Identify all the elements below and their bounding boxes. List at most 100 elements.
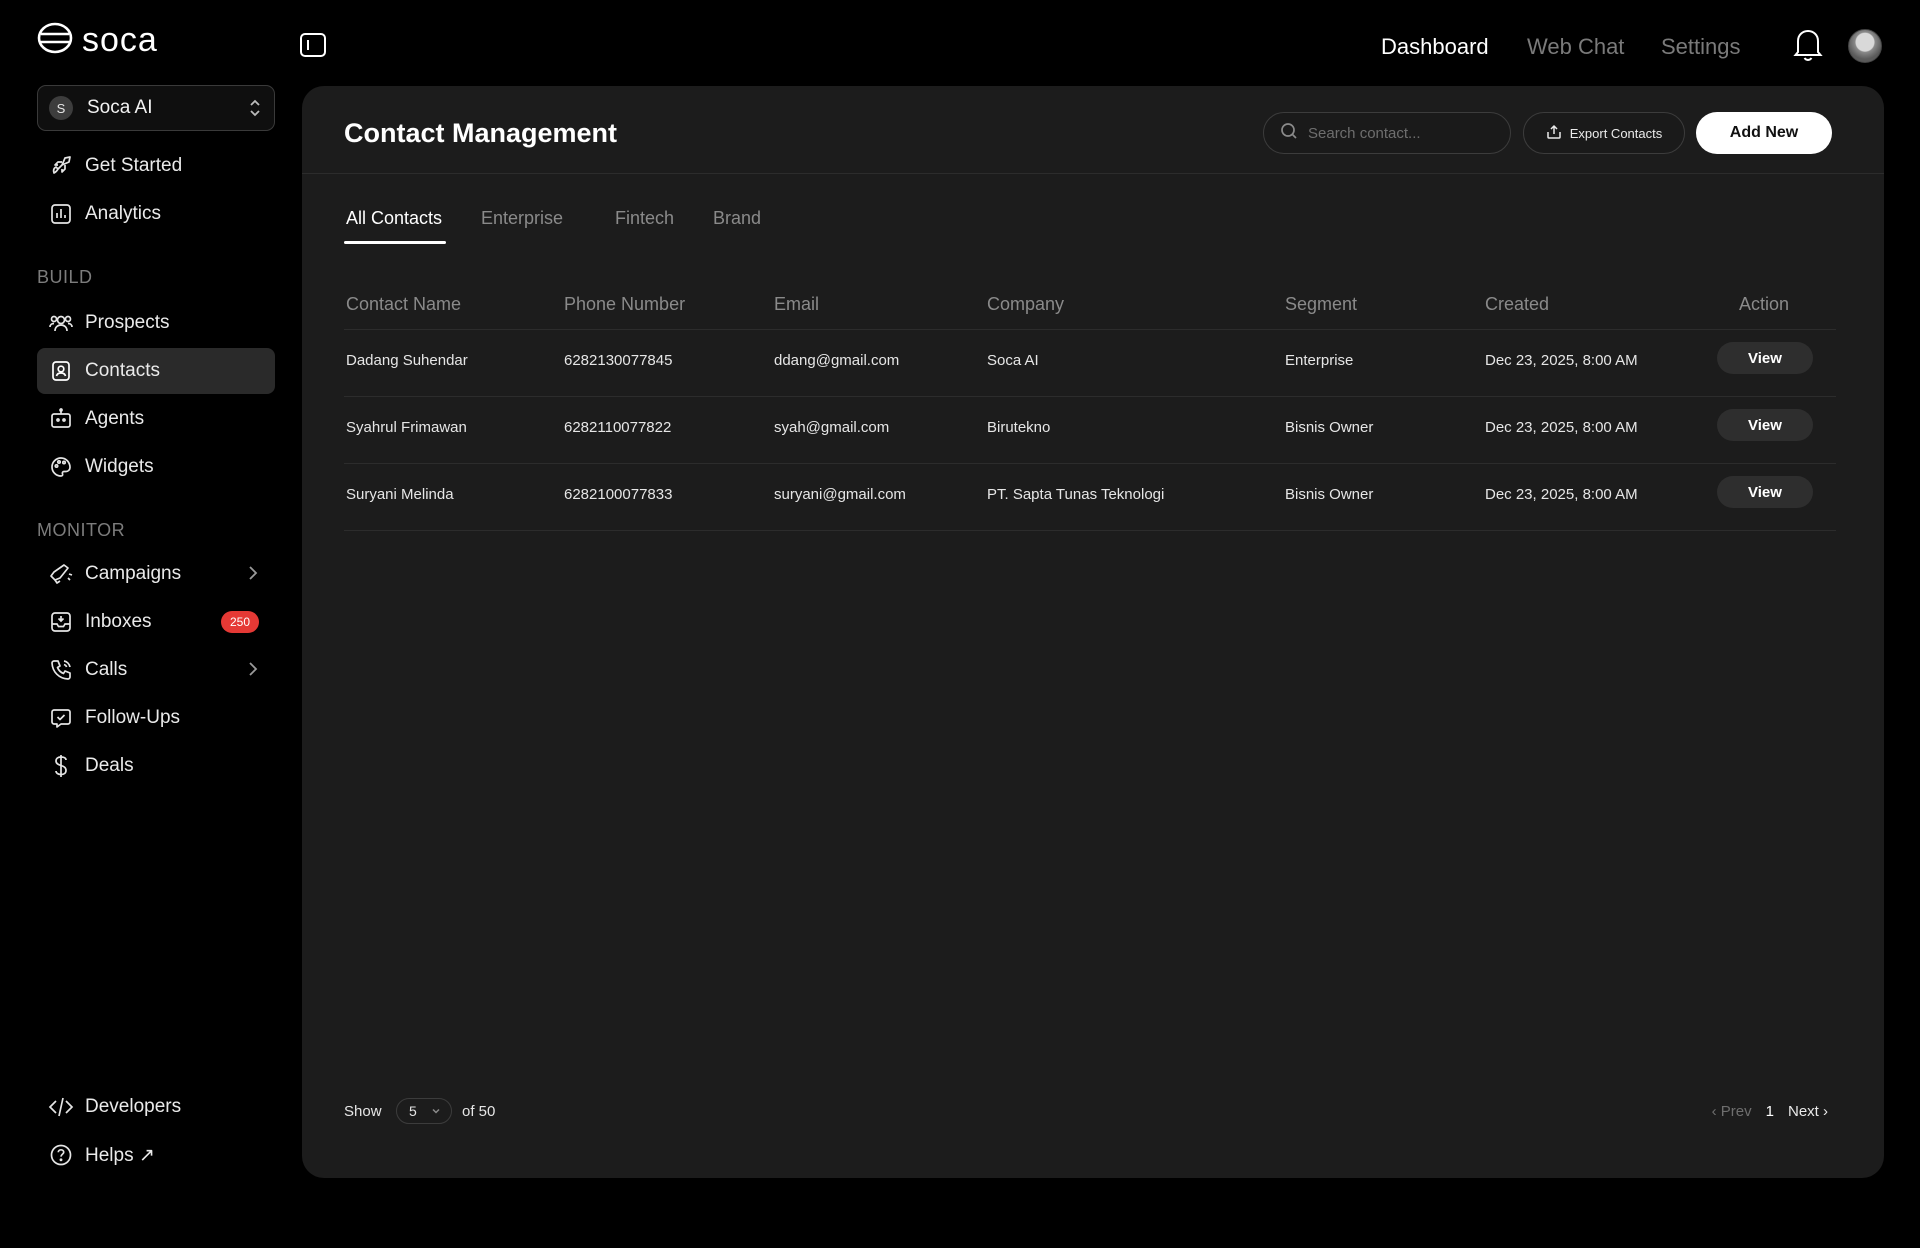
rocket-icon bbox=[47, 152, 75, 180]
sidebar-item-label: Helps ↗ bbox=[85, 1144, 155, 1166]
cell-contact-name: Syahrul Frimawan bbox=[346, 419, 467, 436]
cell-segment: Bisnis Owner bbox=[1285, 419, 1374, 436]
topnav-dashboard[interactable]: Dashboard bbox=[1381, 30, 1489, 64]
cell-contact-name: Suryani Melinda bbox=[346, 486, 454, 503]
phone-icon bbox=[47, 656, 75, 684]
sidebar-item-label: Contacts bbox=[85, 360, 160, 381]
view-button[interactable]: View bbox=[1717, 476, 1813, 508]
current-page[interactable]: 1 bbox=[1766, 1103, 1774, 1120]
bell-icon bbox=[1792, 26, 1824, 67]
sidebar-item-deals[interactable]: Deals bbox=[37, 743, 275, 789]
sidebar-item-analytics[interactable]: Analytics bbox=[37, 191, 275, 237]
notification-button[interactable] bbox=[1790, 27, 1826, 65]
show-label: Show bbox=[344, 1103, 382, 1120]
cell-segment: Bisnis Owner bbox=[1285, 486, 1374, 503]
cell-email: ddang@gmail.com bbox=[774, 352, 900, 369]
column-header[interactable]: Company bbox=[987, 294, 1064, 315]
logo[interactable]: soca bbox=[36, 20, 158, 60]
tab-all-contacts[interactable]: All Contacts bbox=[346, 208, 442, 229]
sidebar-toggle-icon bbox=[299, 32, 327, 63]
table-header: Contact Name Phone Number Email Company … bbox=[344, 276, 1836, 330]
column-header[interactable]: Contact Name bbox=[346, 294, 461, 315]
prev-page-button[interactable]: ‹ Prev bbox=[1712, 1103, 1752, 1120]
section-label-monitor: MONITOR bbox=[37, 520, 126, 540]
inbox-icon bbox=[47, 608, 75, 636]
main-panel: Contact Management Export Contacts Add N… bbox=[302, 86, 1884, 1178]
column-header: Action bbox=[1739, 294, 1790, 314]
workspace-avatar: S bbox=[49, 96, 73, 120]
user-avatar[interactable] bbox=[1848, 29, 1882, 63]
sidebar-item-follow-ups[interactable]: Follow-Ups bbox=[37, 695, 275, 741]
sidebar-item-label: Get Started bbox=[85, 155, 183, 176]
topnav-web-chat[interactable]: Web Chat bbox=[1527, 30, 1624, 64]
sidebar-item-get-started[interactable]: Get Started bbox=[37, 143, 275, 189]
table-row[interactable]: Dadang Suhendar 6282130077845 ddang@gmai… bbox=[344, 330, 1836, 397]
sidebar-item-contacts[interactable]: Contacts bbox=[37, 348, 275, 394]
search-box[interactable] bbox=[1263, 112, 1511, 154]
megaphone-icon bbox=[47, 560, 75, 588]
pagination: ‹ Prev 1 Next › bbox=[1712, 1103, 1828, 1120]
logo-text: soca bbox=[82, 20, 158, 59]
search-input[interactable] bbox=[1308, 124, 1498, 142]
check-message-icon bbox=[47, 704, 75, 732]
sidebar-item-label: Developers bbox=[85, 1096, 182, 1117]
view-button[interactable]: View bbox=[1717, 409, 1813, 441]
page-size-value: 5 bbox=[409, 1103, 417, 1119]
cell-contact-name: Dadang Suhendar bbox=[346, 352, 468, 369]
cell-created: Dec 23, 2025, 8:00 AM bbox=[1485, 419, 1638, 436]
column-header[interactable]: Phone Number bbox=[564, 294, 685, 315]
sidebar-item-helps[interactable]: Helps ↗ bbox=[37, 1132, 275, 1178]
cell-phone: 6282110077822 bbox=[564, 419, 672, 436]
section-label-build: BUILD bbox=[37, 267, 93, 287]
chevron-right-icon bbox=[247, 563, 259, 583]
total-count-label: of 50 bbox=[462, 1103, 496, 1120]
users-icon bbox=[47, 309, 75, 337]
topnav-settings[interactable]: Settings bbox=[1661, 30, 1741, 64]
export-contacts-label: Export Contacts bbox=[1569, 125, 1663, 141]
sidebar-item-label: Follow-Ups bbox=[85, 707, 181, 728]
cell-phone: 6282130077845 bbox=[564, 352, 673, 369]
column-header[interactable]: Segment bbox=[1285, 294, 1357, 315]
chevron-updown-icon bbox=[248, 98, 262, 118]
sidebar-item-inboxes[interactable]: Inboxes 250 bbox=[37, 599, 275, 645]
chevron-left-icon: ‹ bbox=[1711, 1103, 1717, 1120]
sidebar-item-agents[interactable]: Agents bbox=[37, 396, 275, 442]
sidebar-item-developers[interactable]: Developers bbox=[37, 1084, 275, 1130]
cell-created: Dec 23, 2025, 8:00 AM bbox=[1485, 352, 1638, 369]
tab-brand[interactable]: Brand bbox=[713, 208, 761, 229]
add-new-button[interactable]: Add New bbox=[1696, 112, 1832, 154]
inbox-count-badge: 250 bbox=[221, 611, 259, 633]
column-header[interactable]: Created bbox=[1485, 294, 1549, 315]
sidebar-item-label: Analytics bbox=[85, 203, 162, 224]
next-page-button[interactable]: Next › bbox=[1788, 1103, 1828, 1120]
tab-enterprise[interactable]: Enterprise bbox=[481, 208, 563, 229]
panel-header: Contact Management Export Contacts Add N… bbox=[302, 86, 1884, 174]
sidebar-item-campaigns[interactable]: Campaigns bbox=[37, 551, 275, 597]
sidebar-item-label: Prospects bbox=[85, 312, 170, 333]
prev-label: Prev bbox=[1720, 1103, 1752, 1120]
cell-company: Birutekno bbox=[987, 419, 1051, 436]
contacts-icon bbox=[47, 357, 75, 385]
sidebar-item-label: Deals bbox=[85, 755, 134, 776]
table-row[interactable]: Syahrul Frimawan 6282110077822 syah@gmai… bbox=[344, 397, 1836, 464]
chart-icon bbox=[47, 200, 75, 228]
workspace-switcher[interactable]: S Soca AI bbox=[37, 85, 275, 131]
sidebar-item-widgets[interactable]: Widgets bbox=[37, 444, 275, 490]
cell-email: suryani@gmail.com bbox=[774, 486, 906, 503]
export-contacts-button[interactable]: Export Contacts bbox=[1523, 112, 1685, 154]
chevron-right-icon: › bbox=[1823, 1103, 1828, 1120]
sidebar-item-calls[interactable]: Calls bbox=[37, 647, 275, 693]
workspace-name: Soca AI bbox=[87, 97, 153, 118]
table-row[interactable]: Suryani Melinda 6282100077833 suryani@gm… bbox=[344, 464, 1836, 531]
export-icon bbox=[1546, 124, 1562, 143]
sidebar-item-prospects[interactable]: Prospects bbox=[37, 300, 275, 346]
column-header[interactable]: Email bbox=[774, 294, 819, 315]
tab-fintech[interactable]: Fintech bbox=[615, 208, 674, 229]
cell-company: Soca AI bbox=[987, 352, 1039, 369]
dollar-icon bbox=[47, 752, 75, 780]
cell-segment: Enterprise bbox=[1285, 352, 1354, 369]
search-icon bbox=[1280, 122, 1298, 145]
view-button[interactable]: View bbox=[1717, 342, 1813, 374]
sidebar-toggle-button[interactable] bbox=[296, 30, 330, 64]
page-size-select[interactable]: 5 bbox=[396, 1098, 452, 1124]
